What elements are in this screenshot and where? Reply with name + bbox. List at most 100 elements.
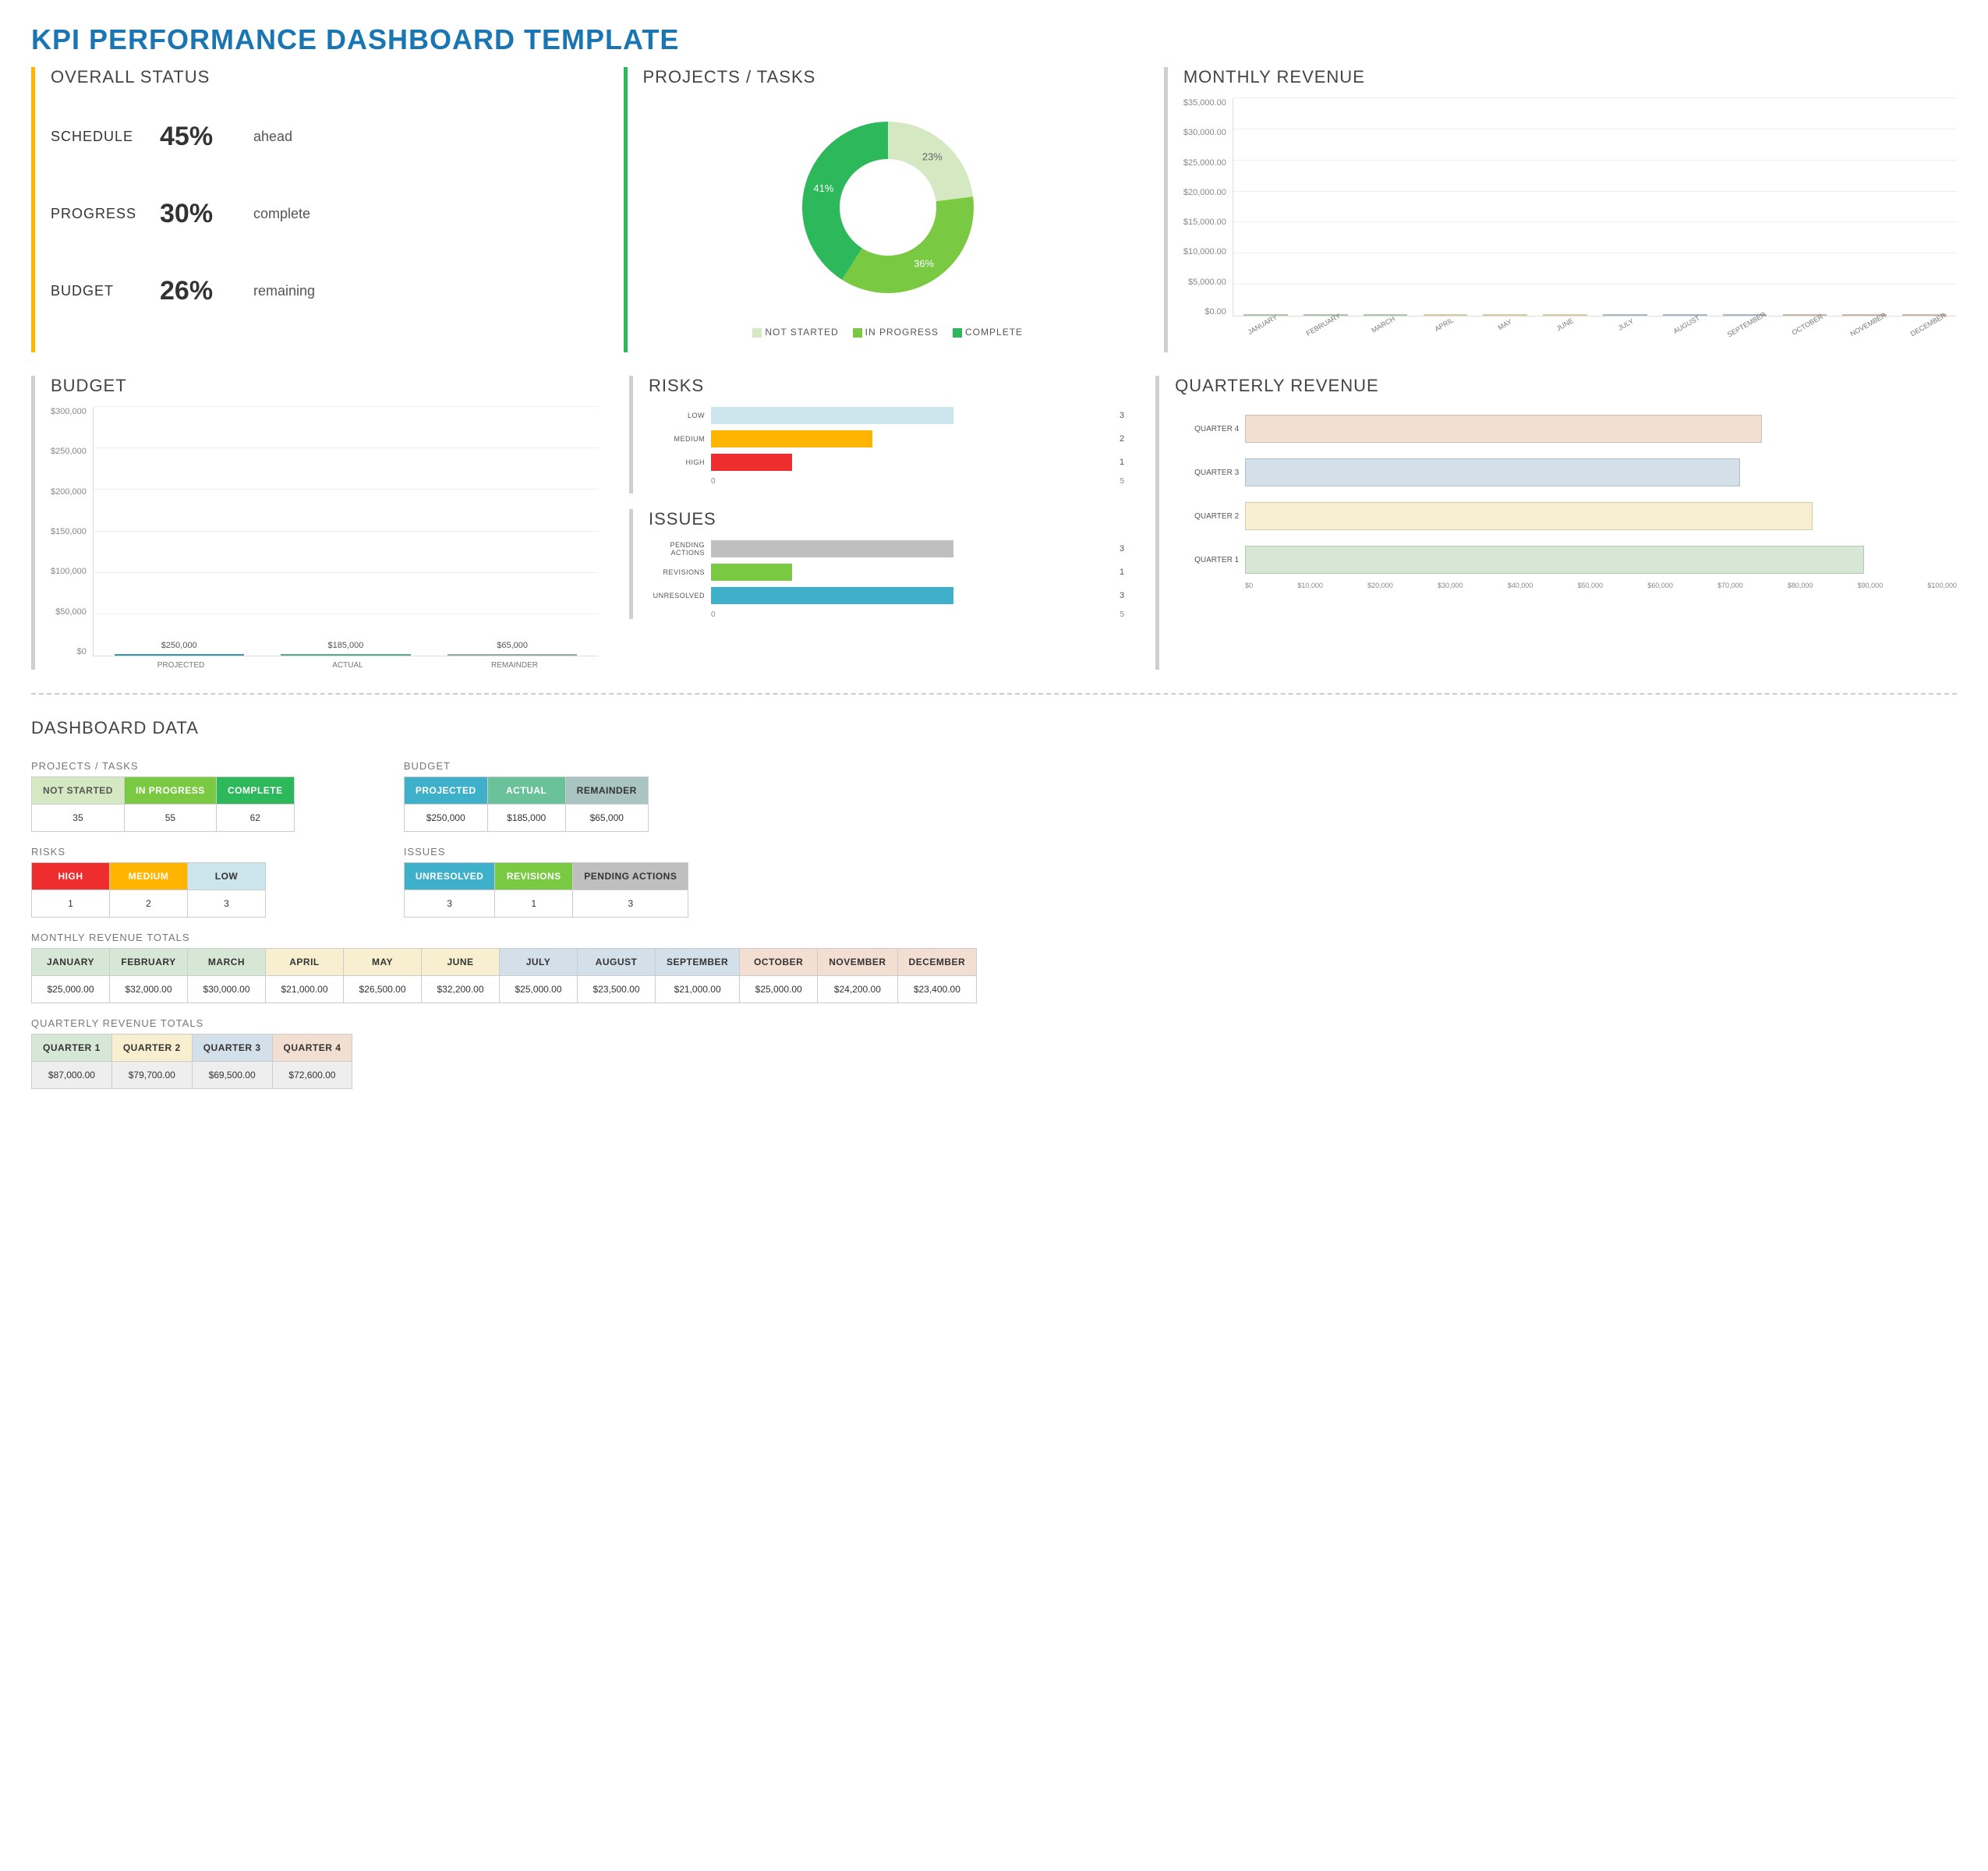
table-header: MEDIUM <box>110 863 188 890</box>
status-value: 45% <box>160 122 253 152</box>
hbar-value: 1 <box>1120 568 1124 577</box>
y-tick: $30,000.00 <box>1183 128 1226 137</box>
quarter-bar <box>1245 502 1813 530</box>
bar-value-label: $250,000 <box>115 641 243 650</box>
hbar-fill <box>711 564 792 581</box>
table-cell: $30,000.00 <box>188 976 266 1003</box>
y-tick: $20,000.00 <box>1183 188 1226 197</box>
table-header: HIGH <box>32 863 110 890</box>
status-value: 30% <box>160 199 253 229</box>
quarter-bar-row: QUARTER 4 <box>1175 407 1957 451</box>
table-cell: $21,000.00 <box>266 976 344 1003</box>
table-header: JULY <box>500 949 578 976</box>
hbar-fill <box>711 540 953 557</box>
table-cell: $250,000 <box>404 805 487 832</box>
table-cell: $32,000.00 <box>110 976 188 1003</box>
x-tick: ACTUAL <box>264 661 431 670</box>
y-tick: $5,000.00 <box>1183 278 1226 287</box>
table-header: IN PROGRESS <box>124 777 216 805</box>
table-cell: 3 <box>404 890 494 918</box>
table-header: NOT STARTED <box>32 777 125 805</box>
donut-slice-label: 23% <box>922 150 943 162</box>
projects-table-title: PROJECTS / TASKS <box>31 760 295 772</box>
plot-area: $250,000$185,000$65,000 <box>93 407 598 656</box>
quarter-bar-row: QUARTER 2 <box>1175 494 1957 538</box>
hbar-label: UNRESOLVED <box>649 592 711 599</box>
y-tick: $250,000 <box>51 447 87 456</box>
table-cell: $23,400.00 <box>897 976 977 1003</box>
table-header: QUARTER 4 <box>272 1035 352 1062</box>
y-tick: $200,000 <box>51 487 87 497</box>
hbar-value: 3 <box>1120 591 1124 600</box>
table-cell: 2 <box>110 890 188 918</box>
hbar-fill <box>711 454 792 471</box>
table-cell: $185,000 <box>487 805 565 832</box>
page-title: KPI PERFORMANCE DASHBOARD TEMPLATE <box>31 23 1957 56</box>
quarterly-table-title: QUARTERLY REVENUE TOTALS <box>31 1017 1957 1029</box>
status-label: PROGRESS <box>51 206 160 222</box>
hbar-fill <box>711 430 872 447</box>
data-table: QUARTER 1QUARTER 2QUARTER 3QUARTER 4$87,… <box>31 1034 352 1089</box>
quarter-label: QUARTER 3 <box>1175 469 1245 477</box>
y-tick: $0 <box>51 647 87 656</box>
data-table: PROJECTEDACTUALREMAINDER$250,000$185,000… <box>404 776 649 832</box>
y-tick: $0.00 <box>1183 307 1226 317</box>
donut-slice-label: 36% <box>914 258 934 270</box>
status-note: remaining <box>253 283 315 299</box>
data-table: HIGHMEDIUMLOW123 <box>31 862 266 918</box>
projects-tasks-panel: PROJECTS / TASKS 23%36%41% NOT STARTEDIN… <box>624 67 1133 352</box>
projects-tasks-title: PROJECTS / TASKS <box>643 67 1133 87</box>
dashboard-data-title: DASHBOARD DATA <box>31 718 1957 738</box>
table-header: REMAINDER <box>565 777 648 805</box>
table-cell: 55 <box>124 805 216 832</box>
budget-table-title: BUDGET <box>404 760 689 772</box>
y-tick: $150,000 <box>51 527 87 536</box>
hbar-row: HIGH 1 <box>649 454 1124 471</box>
table-cell: $72,600.00 <box>272 1062 352 1089</box>
quarter-bar <box>1245 458 1739 486</box>
table-header: LOW <box>188 863 266 890</box>
quarter-label: QUARTER 4 <box>1175 425 1245 433</box>
donut-slice <box>842 196 974 293</box>
table-cell: $21,000.00 <box>656 976 740 1003</box>
monthly-revenue-panel: MONTHLY REVENUE $35,000.00$30,000.00$25,… <box>1164 67 1957 352</box>
table-cell: $23,500.00 <box>578 976 656 1003</box>
table-header: JANUARY <box>32 949 110 976</box>
status-label: SCHEDULE <box>51 129 160 145</box>
table-cell: $25,000.00 <box>500 976 578 1003</box>
status-label: BUDGET <box>51 283 160 299</box>
y-tick: $300,000 <box>51 407 87 416</box>
table-cell: $32,200.00 <box>422 976 500 1003</box>
x-tick: $10,000 <box>1297 582 1323 589</box>
x-tick: $60,000 <box>1647 582 1673 589</box>
table-header: QUARTER 1 <box>32 1035 112 1062</box>
hbar-value: 3 <box>1120 411 1124 420</box>
x-tick: $50,000 <box>1578 582 1604 589</box>
x-tick: $20,000 <box>1367 582 1393 589</box>
table-header: JUNE <box>422 949 500 976</box>
quarter-bar <box>1245 415 1762 443</box>
x-tick: $80,000 <box>1788 582 1813 589</box>
budget-panel: BUDGET $300,000$250,000$200,000$150,000$… <box>31 376 598 670</box>
table-header: UNRESOLVED <box>404 863 494 890</box>
status-row: BUDGET 26% remaining <box>51 253 593 330</box>
hbar-label: HIGH <box>649 458 711 466</box>
bar-value-label: $65,000 <box>448 641 576 650</box>
table-header: QUARTER 2 <box>111 1035 192 1062</box>
plot-area <box>1233 98 1957 317</box>
table-cell: $24,200.00 <box>818 976 897 1003</box>
table-header: ACTUAL <box>487 777 565 805</box>
x-tick: 0 <box>711 610 716 619</box>
overall-status-panel: OVERALL STATUS SCHEDULE 45% aheadPROGRES… <box>31 67 593 352</box>
risks-table-title: RISKS <box>31 846 295 858</box>
x-tick: $90,000 <box>1858 582 1884 589</box>
hbar-label: PENDING ACTIONS <box>649 541 711 557</box>
y-tick: $100,000 <box>51 567 87 576</box>
hbar-value: 1 <box>1120 458 1124 467</box>
x-tick: $70,000 <box>1717 582 1743 589</box>
status-value: 26% <box>160 276 253 306</box>
legend-item: NOT STARTED <box>752 327 838 338</box>
table-header: PENDING ACTIONS <box>573 863 688 890</box>
hbar-label: REVISIONS <box>649 568 711 576</box>
donut-legend: NOT STARTEDIN PROGRESSCOMPLETE <box>643 327 1133 338</box>
